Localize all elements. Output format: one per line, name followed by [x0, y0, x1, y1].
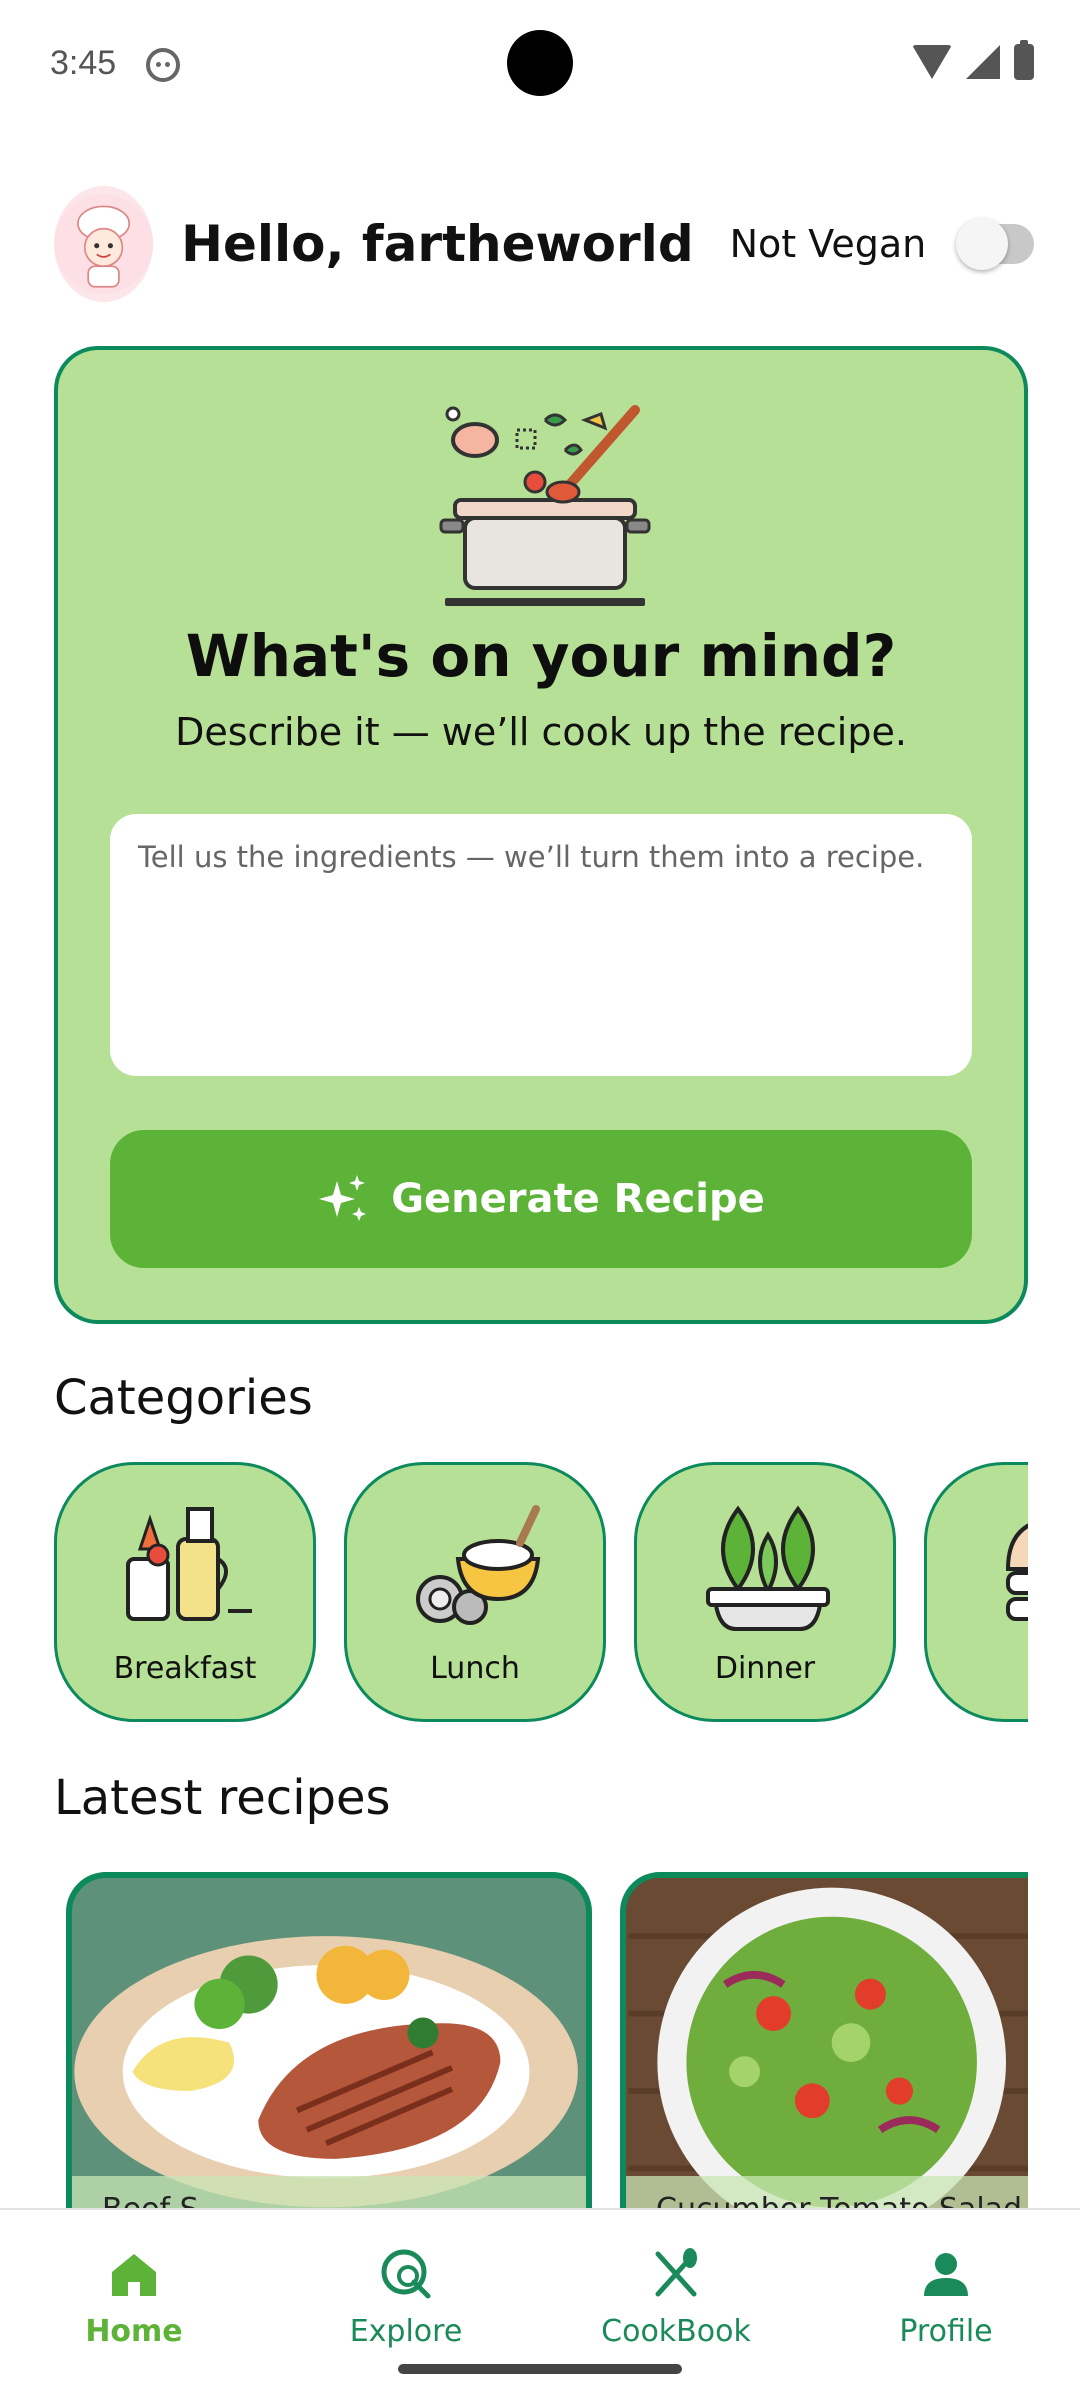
nav-label: Home [85, 2314, 183, 2349]
generate-recipe-button[interactable]: Generate Recipe [110, 1130, 972, 1268]
signal-icon [966, 45, 1000, 79]
status-time: 3:45 [50, 44, 117, 82]
recipe-generator-card: What's on your mind? Describe it — we’ll… [54, 346, 1028, 1324]
dinner-icon [706, 1505, 830, 1631]
category-breakfast[interactable]: Breakfast [54, 1462, 316, 1722]
ingredients-input[interactable] [110, 814, 972, 1076]
wifi-icon [912, 45, 952, 79]
home-icon [112, 2254, 156, 2296]
nav-label: Profile [899, 2314, 993, 2349]
camera-cutout [507, 30, 573, 96]
status-bar: 3:45 [0, 0, 1080, 130]
generate-recipe-label: Generate Recipe [391, 1176, 765, 1222]
nav-explore[interactable]: Explore [306, 2246, 506, 2349]
recipe-name: Cucumber Tomato Salad [626, 2176, 1028, 2208]
recipe-card[interactable]: Cucumber Tomato Salad [620, 1872, 1028, 2208]
steak-plate-image [74, 1936, 578, 2208]
profile-icon [924, 2253, 968, 2296]
nav-label: CookBook [601, 2314, 751, 2349]
category-lunch[interactable]: Lunch [344, 1462, 606, 1722]
greeting-title: Hello, fartheworld [181, 215, 694, 273]
battery-icon [1014, 40, 1034, 80]
category-dinner[interactable]: Dinner [634, 1462, 896, 1722]
categories-title: Categories [54, 1370, 313, 1426]
vegan-label: Not Vegan [729, 222, 927, 266]
nav-cookbook[interactable]: CookBook [576, 2246, 776, 2349]
category-label: Lunch [430, 1651, 520, 1686]
category-label: Sr [927, 1651, 1028, 1686]
salad-bowl-image [628, 1878, 1028, 2208]
category-snack[interactable]: Sr [924, 1462, 1028, 1722]
chef-avatar-icon [54, 194, 154, 294]
home-indicator [398, 2364, 682, 2374]
cooking-pot-icon [439, 405, 651, 606]
breakfast-icon [126, 1507, 252, 1621]
latest-recipes-carousel[interactable]: Beef S Cucumber Tomato Salad [54, 1872, 1028, 2208]
hero-title: What's on your mind? [185, 622, 897, 690]
cookbook-icon [655, 2248, 697, 2297]
category-label: Breakfast [113, 1651, 257, 1686]
nav-home[interactable]: Home [34, 2246, 234, 2349]
snack-icon [1005, 1523, 1028, 1621]
categories-carousel[interactable]: Breakfast Lunch Dinner [54, 1462, 1028, 1724]
status-icons [912, 40, 1034, 80]
nav-label: Explore [349, 2314, 463, 2349]
recipe-card[interactable]: Beef S [66, 1872, 592, 2208]
recipe-name: Beef S [72, 2176, 586, 2208]
vegan-toggle[interactable] [956, 218, 1034, 270]
lunch-icon [416, 1505, 541, 1625]
avatar[interactable] [54, 186, 154, 302]
nav-profile[interactable]: Profile [846, 2246, 1046, 2349]
hero-subtitle: Describe it — we’ll cook up the recipe. [175, 710, 907, 754]
toggle-knob[interactable] [956, 218, 1009, 270]
explore-icon [381, 2249, 431, 2299]
latest-recipes-title: Latest recipes [54, 1770, 391, 1826]
android-notification-icon [146, 48, 180, 82]
category-label: Dinner [714, 1651, 816, 1686]
header: Hello, fartheworld Not Vegan [54, 186, 1034, 302]
sparkle-icon [319, 1175, 367, 1221]
